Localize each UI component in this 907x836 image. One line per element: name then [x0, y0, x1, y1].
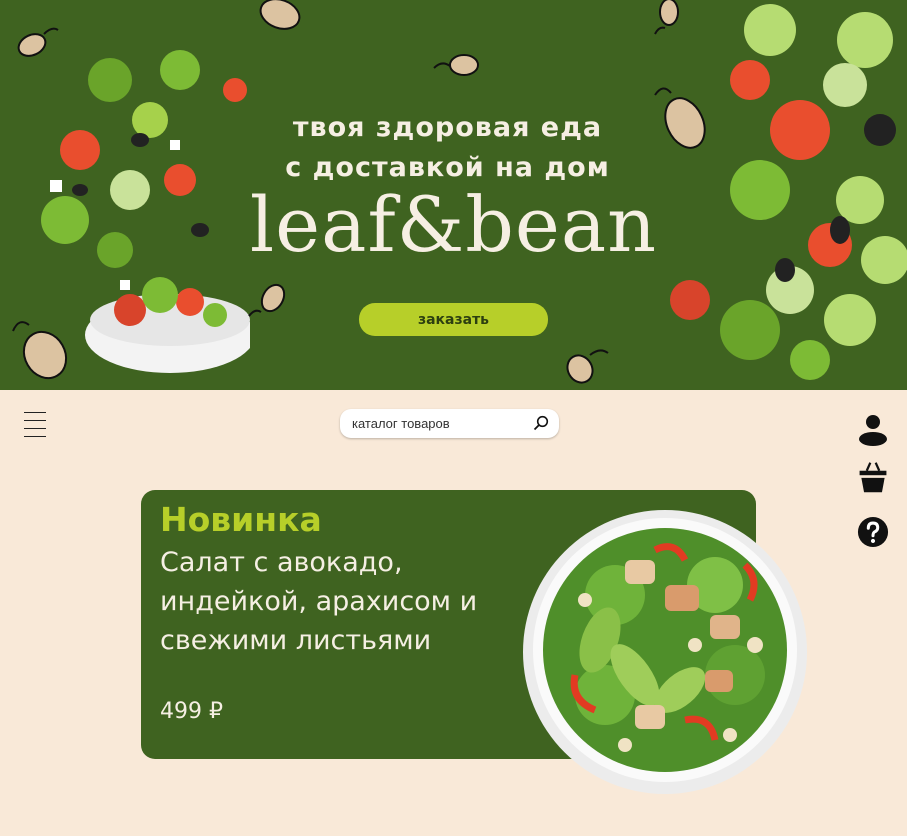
search-icon[interactable] — [533, 415, 549, 431]
user-icon[interactable] — [857, 413, 889, 447]
bean-icon — [259, 0, 301, 30]
hero-banner: твоя здоровая еда с доставкой на дом lea… — [0, 0, 907, 390]
hero-tagline-line2: с доставкой на дом — [285, 152, 610, 183]
hero-tagline-line1: твоя здоровая еда — [292, 112, 603, 143]
promo-title: Салат с авокадо, индейкой, арахисом и св… — [160, 547, 478, 656]
help-icon[interactable] — [857, 515, 889, 549]
bean-icon — [248, 283, 286, 317]
bean-icon — [566, 349, 609, 384]
promo-price: 499 ₽ — [160, 699, 223, 724]
search-input[interactable] — [352, 416, 527, 431]
basket-icon[interactable] — [857, 460, 889, 494]
promo-badge: Новинка — [160, 500, 322, 539]
bean-icon — [654, 0, 679, 35]
salad-bowl-image — [523, 510, 807, 794]
bean-icon — [433, 54, 479, 76]
menu-icon[interactable] — [24, 412, 46, 438]
bean-icon — [12, 321, 68, 380]
bean-icon — [17, 27, 59, 57]
search-bar — [340, 409, 559, 438]
order-button[interactable]: заказать — [359, 303, 548, 336]
brand-logo: leaf&bean — [249, 180, 658, 269]
